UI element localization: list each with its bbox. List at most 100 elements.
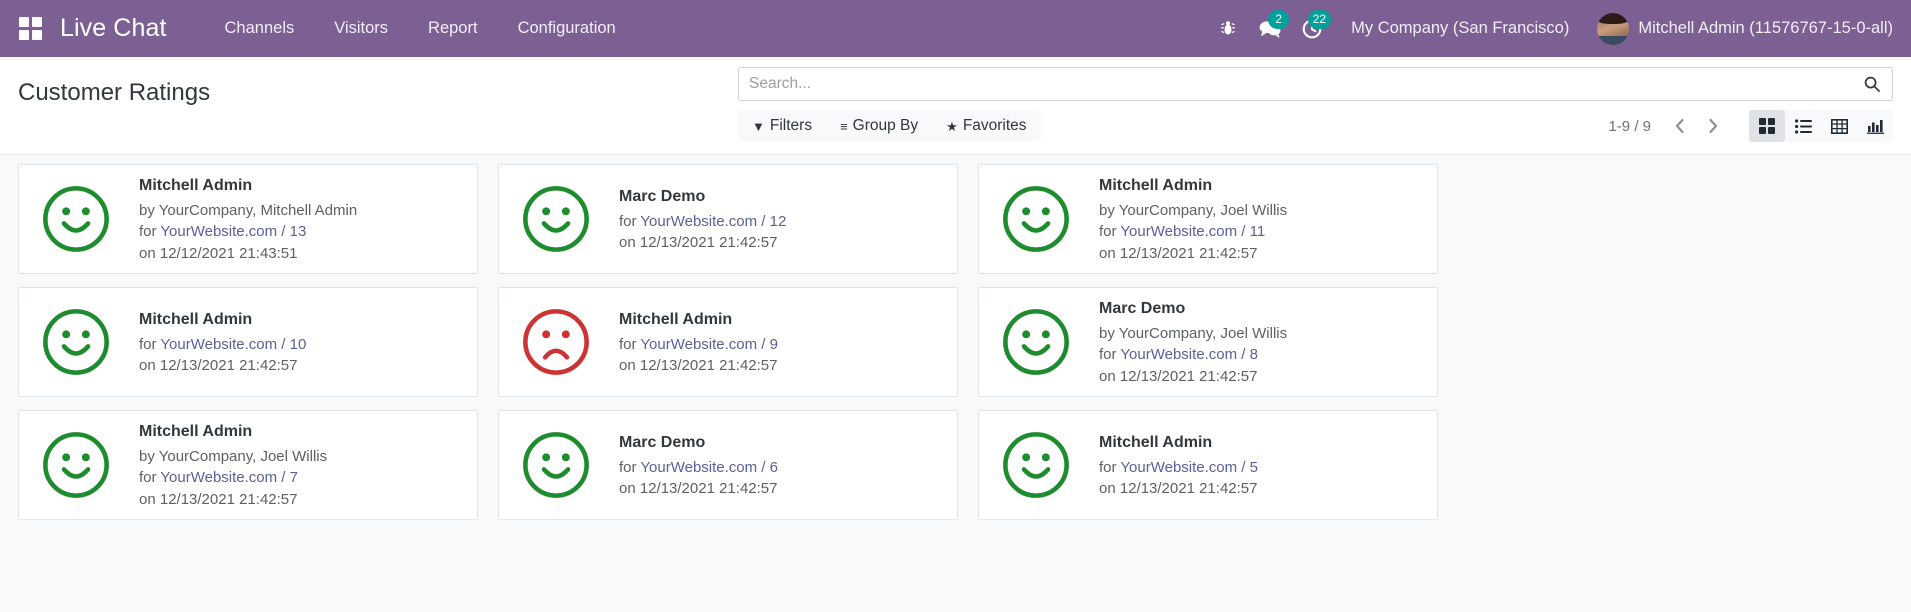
apps-menu-button[interactable]: [10, 9, 50, 49]
filters-label: Filters: [769, 117, 813, 134]
search-icon[interactable]: [1862, 76, 1882, 92]
nav-item-configuration[interactable]: Configuration: [498, 0, 636, 57]
rating-resource-prefix: for: [1099, 223, 1121, 241]
rating-datetime: on 12/13/2021 21:42:57: [139, 356, 298, 374]
rating-rated-by: by YourCompany, Mitchell Admin: [139, 201, 358, 219]
rating-happy-face-icon: [513, 430, 599, 500]
app-brand-livechat[interactable]: Live Chat: [60, 14, 167, 43]
user-menu[interactable]: Mitchell Admin (11576767-15-0-all): [1587, 12, 1893, 45]
search-input[interactable]: [749, 75, 1862, 93]
view-button-pivot[interactable]: [1821, 110, 1857, 142]
rating-happy-face-icon: [33, 184, 119, 254]
rating-happy-face-icon: [513, 184, 599, 254]
rating-datetime: on 12/13/2021 21:42:57: [619, 479, 778, 497]
rating-partner-name: Mitchell Admin: [139, 423, 253, 441]
nav-item-visitors[interactable]: Visitors: [314, 0, 408, 57]
rating-card-body: Mitchell Admin by YourCompany, Joel Willi…: [139, 420, 327, 510]
rating-card[interactable]: Mitchell Admin by YourCompany, Joel Willi…: [978, 164, 1438, 274]
rating-resource-link[interactable]: YourWebsite.com / 7: [160, 469, 298, 486]
pager-previous-button[interactable]: [1665, 112, 1693, 140]
rating-resource-line: for YourWebsite.com / 8: [1099, 344, 1287, 365]
rating-resource-prefix: for: [619, 212, 641, 230]
nav-item-report[interactable]: Report: [408, 0, 498, 57]
list-icon: [1794, 118, 1812, 134]
chevron-right-icon: [1708, 118, 1717, 134]
funnel-icon: ▼: [752, 118, 765, 134]
rating-resource-link[interactable]: YourWebsite.com / 11: [1120, 223, 1265, 240]
rating-resource-line: for YourWebsite.com / 13: [139, 221, 357, 242]
rating-card-body: Mitchell Admin by YourCompany, Joel Willi…: [1099, 174, 1287, 264]
rating-datetime: on 12/13/2021 21:42:57: [1099, 479, 1258, 497]
searchbar[interactable]: [738, 67, 1893, 101]
debug-bug-button[interactable]: [1207, 9, 1249, 49]
rating-datetime: on 12/13/2021 21:42:57: [1099, 244, 1258, 262]
rating-card-body: Mitchell Admin for YourWebsite.com / 10 on…: [139, 308, 306, 376]
rating-datetime: on 12/12/2021 21:43:51: [139, 244, 298, 262]
kanban-view: Mitchell Admin by YourCompany, Mitchell A…: [0, 155, 1911, 612]
rating-resource-link[interactable]: YourWebsite.com / 10: [160, 336, 306, 353]
rating-resource-link[interactable]: YourWebsite.com / 12: [640, 213, 786, 230]
searchbar-row: [738, 67, 1893, 101]
rating-happy-face-icon: [993, 184, 1079, 254]
rating-resource-link[interactable]: YourWebsite.com / 9: [640, 336, 778, 353]
rating-card[interactable]: Mitchell Admin for YourWebsite.com / 10 on…: [18, 287, 478, 397]
rating-resource-link[interactable]: YourWebsite.com / 13: [160, 223, 306, 240]
nav-item-channels[interactable]: Channels: [205, 0, 315, 57]
control-panel: Customer Ratings ▼ Filters: [0, 57, 1911, 155]
messages-button[interactable]: 2: [1249, 9, 1291, 49]
control-panel-left: Customer Ratings: [18, 67, 210, 107]
activities-badge: 22: [1307, 9, 1332, 29]
view-button-kanban[interactable]: [1749, 110, 1785, 142]
rating-resource-prefix: for: [1099, 346, 1121, 364]
pager-next-button[interactable]: [1699, 112, 1727, 140]
rating-resource-prefix: for: [619, 335, 641, 353]
control-panel-bottom: ▼ Filters ≡ Group By ★ Favorites 1-9 / 9: [738, 110, 1893, 142]
rating-partner-name: Marc Demo: [619, 187, 706, 205]
main-navbar: Live Chat Channels Visitors Report Confi…: [0, 0, 1911, 57]
rating-partner-name: Mitchell Admin: [1099, 433, 1213, 451]
navbar-right: 2 22 My Company (San Francisco) Mitchell…: [1207, 9, 1893, 49]
rating-rated-by: by YourCompany, Joel Willis: [1099, 324, 1288, 342]
view-button-list[interactable]: [1785, 110, 1821, 142]
apps-grid-icon: [18, 17, 42, 40]
filters-dropdown-button[interactable]: ▼ Filters: [738, 111, 826, 141]
rating-card[interactable]: Mitchell Admin for YourWebsite.com / 5 on …: [978, 410, 1438, 520]
rating-resource-line: for YourWebsite.com / 11: [1099, 221, 1287, 242]
rating-card[interactable]: Mitchell Admin for YourWebsite.com / 9 on …: [498, 287, 958, 397]
search-options-group: ▼ Filters ≡ Group By ★ Favorites: [738, 111, 1041, 141]
bug-icon: [1220, 21, 1236, 35]
rating-sad-face-icon: [513, 307, 599, 377]
rating-resource-link[interactable]: YourWebsite.com / 5: [1120, 459, 1258, 476]
view-button-graph[interactable]: [1857, 110, 1893, 142]
rating-resource-line: for YourWebsite.com / 7: [139, 467, 327, 488]
page-title: Customer Ratings: [18, 79, 211, 106]
rating-resource-link[interactable]: YourWebsite.com / 6: [640, 459, 778, 476]
chevron-left-icon: [1675, 118, 1684, 134]
navbar-menu: Channels Visitors Report Configuration: [205, 0, 636, 57]
rating-card-body: Marc Demo for YourWebsite.com / 12 on 12/1…: [619, 185, 786, 253]
control-panel-right: ▼ Filters ≡ Group By ★ Favorites 1-9 / 9: [738, 67, 1893, 142]
rating-partner-name: Marc Demo: [619, 433, 706, 451]
rating-resource-line: for YourWebsite.com / 9: [619, 334, 778, 355]
rating-card[interactable]: Marc Demo by YourCompany, Joel Willis for …: [978, 287, 1438, 397]
rating-card[interactable]: Marc Demo for YourWebsite.com / 6 on 12/13…: [498, 410, 958, 520]
rating-resource-prefix: for: [139, 469, 161, 487]
rating-resource-line: for YourWebsite.com / 12: [619, 211, 786, 232]
activities-button[interactable]: 22: [1291, 9, 1333, 49]
rating-card-body: Mitchell Admin for YourWebsite.com / 9 on …: [619, 308, 778, 376]
company-switcher[interactable]: My Company (San Francisco): [1333, 19, 1587, 38]
rating-resource-line: for YourWebsite.com / 10: [139, 334, 306, 355]
rating-card[interactable]: Mitchell Admin by YourCompany, Mitchell A…: [18, 164, 478, 274]
avatar: [1597, 12, 1630, 45]
rating-resource-line: for YourWebsite.com / 5: [1099, 457, 1258, 478]
rating-card[interactable]: Mitchell Admin by YourCompany, Joel Willi…: [18, 410, 478, 520]
favorites-dropdown-button[interactable]: ★ Favorites: [932, 111, 1040, 141]
rating-card[interactable]: Marc Demo for YourWebsite.com / 12 on 12/1…: [498, 164, 958, 274]
rating-resource-prefix: for: [619, 458, 641, 476]
group-by-dropdown-button[interactable]: ≡ Group By: [826, 111, 932, 141]
pager-count: 1-9 / 9: [1608, 117, 1651, 135]
pager-and-views: 1-9 / 9: [1608, 110, 1893, 142]
rating-card-body: Marc Demo for YourWebsite.com / 6 on 12/13…: [619, 431, 778, 499]
rating-datetime: on 12/13/2021 21:42:57: [1099, 367, 1258, 385]
rating-resource-link[interactable]: YourWebsite.com / 8: [1120, 346, 1258, 363]
